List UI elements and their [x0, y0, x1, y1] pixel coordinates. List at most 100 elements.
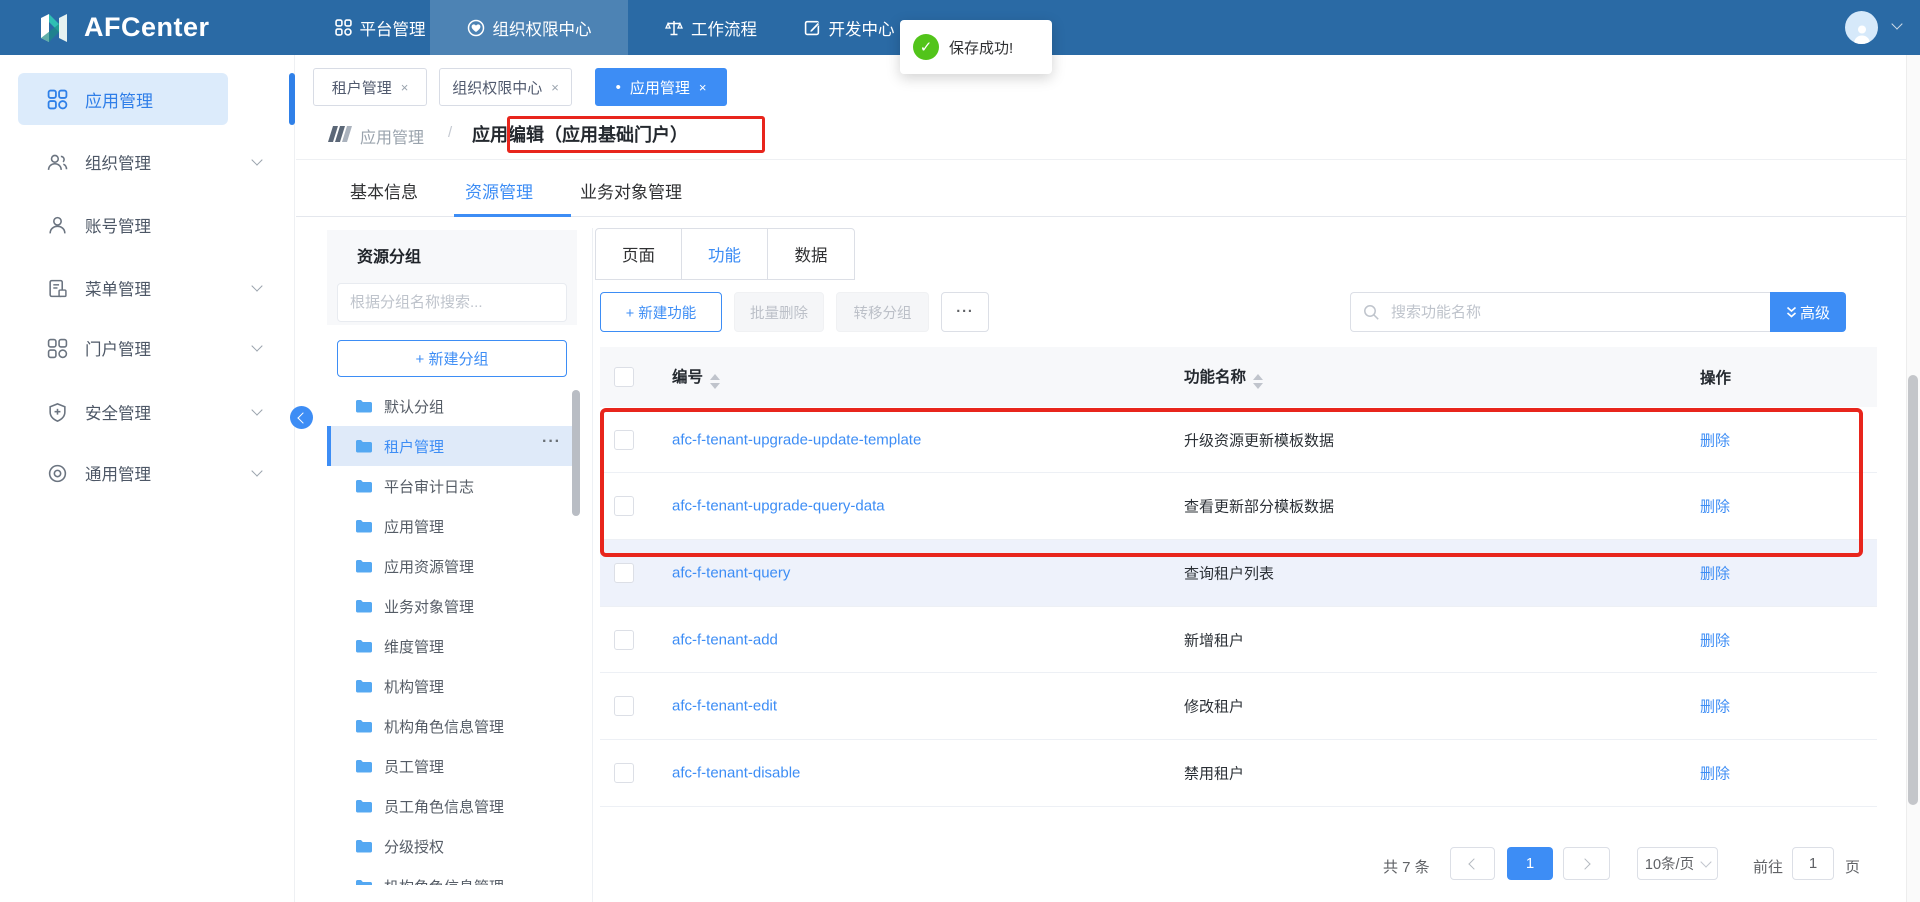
workspace-tab-app-management[interactable]: • 应用管理 × — [595, 68, 727, 106]
function-code-link[interactable]: afc-f-tenant-query — [672, 565, 790, 582]
delete-link[interactable]: 删除 — [1700, 496, 1730, 517]
sort-icon[interactable] — [1253, 374, 1263, 389]
group-item[interactable]: 平台审计日志 — [327, 466, 577, 506]
function-code-link[interactable]: afc-f-tenant-add — [672, 631, 778, 648]
table-row: afc-f-tenant-add 新增租户 删除 — [600, 607, 1877, 673]
avatar[interactable] — [1845, 11, 1878, 44]
group-search-input[interactable] — [337, 283, 567, 322]
advanced-label: 高级 — [1800, 302, 1830, 323]
row-checkbox[interactable] — [614, 496, 634, 516]
column-header-name[interactable]: 功能名称 — [1184, 365, 1263, 389]
workspace-tab-tenant-management[interactable]: 租户管理 × — [313, 68, 427, 106]
close-icon[interactable]: × — [699, 80, 707, 95]
sidebar-item-general-management[interactable]: 通用管理 — [0, 453, 295, 493]
row-checkbox[interactable] — [614, 630, 634, 650]
group-item[interactable]: 业务对象管理 — [327, 586, 577, 626]
sidebar-item-org-management[interactable]: 组织管理 — [0, 142, 295, 182]
current-page-button[interactable]: 1 — [1507, 847, 1553, 880]
sidebar-item-menu-management[interactable]: 菜单管理 — [0, 268, 295, 308]
resource-group-list: 默认分组 租户管理 ··· 平台审计日志 应用管理 应用资源管理 业务对象管理 … — [327, 386, 577, 885]
function-code-link[interactable]: afc-f-tenant-edit — [672, 698, 777, 715]
sidebar-item-label: 账号管理 — [85, 213, 151, 237]
breadcrumb-root[interactable]: 应用管理 — [360, 124, 424, 148]
tab-pages[interactable]: 页面 — [596, 229, 682, 279]
group-item[interactable]: 默认分组 — [327, 386, 577, 426]
group-item[interactable]: 机构管理 — [327, 666, 577, 706]
group-item[interactable]: 应用管理 — [327, 506, 577, 546]
page-tabs: 基本信息 资源管理 业务对象管理 — [296, 160, 1906, 217]
close-icon[interactable]: × — [551, 80, 559, 95]
breadcrumb: 应用管理 / 应用编辑（应用基础门户） — [296, 107, 1906, 160]
group-item-clipped[interactable]: 机构角色信息管理 — [327, 866, 577, 885]
select-all-checkbox[interactable] — [614, 367, 634, 387]
success-check-icon: ✓ — [913, 34, 939, 60]
advanced-search-button[interactable]: 高级 — [1770, 292, 1846, 332]
group-item[interactable]: 机构角色信息管理 — [327, 706, 577, 746]
sidebar-item-app-management[interactable]: 应用管理 — [18, 73, 228, 125]
row-checkbox[interactable] — [614, 563, 634, 583]
function-code-link[interactable]: afc-f-tenant-upgrade-query-data — [672, 498, 885, 515]
column-header-code[interactable]: 编号 — [672, 365, 720, 389]
delete-link[interactable]: 删除 — [1700, 429, 1730, 450]
nav-platform-management[interactable]: 平台管理 — [330, 0, 430, 55]
sidebar-item-account-management[interactable]: 账号管理 — [0, 205, 295, 245]
group-item[interactable]: 应用资源管理 — [327, 546, 577, 586]
column-header-action: 操作 — [1700, 366, 1731, 388]
tab-basic-info[interactable]: 基本信息 — [350, 178, 418, 203]
chevron-left-icon — [297, 412, 308, 423]
transfer-group-button[interactable]: 转移分组 — [836, 292, 929, 332]
nav-dev-center[interactable]: 开发中心 — [793, 0, 905, 55]
group-item-selected[interactable]: 租户管理 ··· — [327, 426, 577, 466]
tab-data[interactable]: 数据 — [768, 229, 854, 279]
row-checkbox[interactable] — [614, 763, 634, 783]
group-list-scrollbar-thumb[interactable] — [572, 390, 580, 516]
group-item[interactable]: 员工角色信息管理 — [327, 786, 577, 826]
nav-org-permission-center[interactable]: 组织权限中心 — [430, 0, 628, 55]
group-item[interactable]: 维度管理 — [327, 626, 577, 666]
group-item[interactable]: 员工管理 — [327, 746, 577, 786]
new-group-button[interactable]: + 新建分组 — [337, 340, 567, 377]
tab-business-object-management[interactable]: 业务对象管理 — [580, 178, 682, 203]
row-checkbox[interactable] — [614, 696, 634, 716]
next-page-button[interactable] — [1563, 847, 1610, 880]
chevron-down-icon — [251, 280, 262, 291]
function-code-link[interactable]: afc-f-tenant-disable — [672, 765, 800, 782]
heart-shield-icon — [467, 19, 485, 37]
folder-icon — [355, 839, 372, 853]
prev-page-button[interactable] — [1450, 847, 1495, 880]
chevron-down-icon — [251, 340, 262, 351]
group-more-icon[interactable]: ··· — [542, 433, 561, 451]
function-code-link[interactable]: afc-f-tenant-upgrade-update-template — [672, 431, 921, 448]
more-actions-button[interactable]: ··· — [941, 292, 989, 332]
folder-icon — [355, 519, 372, 533]
user-icon — [47, 215, 68, 236]
save-success-toast: ✓ 保存成功! — [900, 20, 1052, 74]
function-search-input[interactable] — [1350, 292, 1770, 332]
sidebar-item-label: 组织管理 — [85, 150, 151, 174]
delete-link[interactable]: 删除 — [1700, 629, 1730, 650]
chevron-down-icon[interactable] — [1891, 18, 1902, 29]
batch-delete-button[interactable]: 批量删除 — [734, 292, 824, 332]
delete-link[interactable]: 删除 — [1700, 563, 1730, 584]
folder-icon — [355, 559, 372, 573]
new-function-button[interactable]: + 新建功能 — [600, 292, 722, 332]
sidebar-collapse-button[interactable] — [290, 406, 313, 429]
nav-workflow[interactable]: 工作流程 — [648, 0, 774, 55]
tab-functions[interactable]: 功能 — [682, 229, 768, 279]
page-scrollbar-thumb[interactable] — [1908, 375, 1918, 805]
group-label: 机构角色信息管理 — [384, 876, 504, 886]
close-icon[interactable]: × — [401, 80, 409, 95]
sidebar-item-portal-management[interactable]: 门户管理 — [0, 328, 295, 368]
row-checkbox[interactable] — [614, 430, 634, 450]
page-size-select[interactable]: 10条/页 — [1637, 847, 1718, 880]
goto-page-input[interactable] — [1792, 847, 1834, 880]
delete-link[interactable]: 删除 — [1700, 696, 1730, 717]
sort-icon[interactable] — [710, 374, 720, 389]
grid-icon — [335, 19, 352, 36]
tab-resource-management[interactable]: 资源管理 — [465, 178, 533, 203]
workspace-tab-org-permission-center[interactable]: 组织权限中心 × — [439, 68, 572, 106]
delete-link[interactable]: 删除 — [1700, 763, 1730, 784]
sidebar-item-security-management[interactable]: 安全管理 — [0, 392, 295, 432]
group-label: 租户管理 — [384, 436, 444, 457]
group-item[interactable]: 分级授权 — [327, 826, 577, 866]
